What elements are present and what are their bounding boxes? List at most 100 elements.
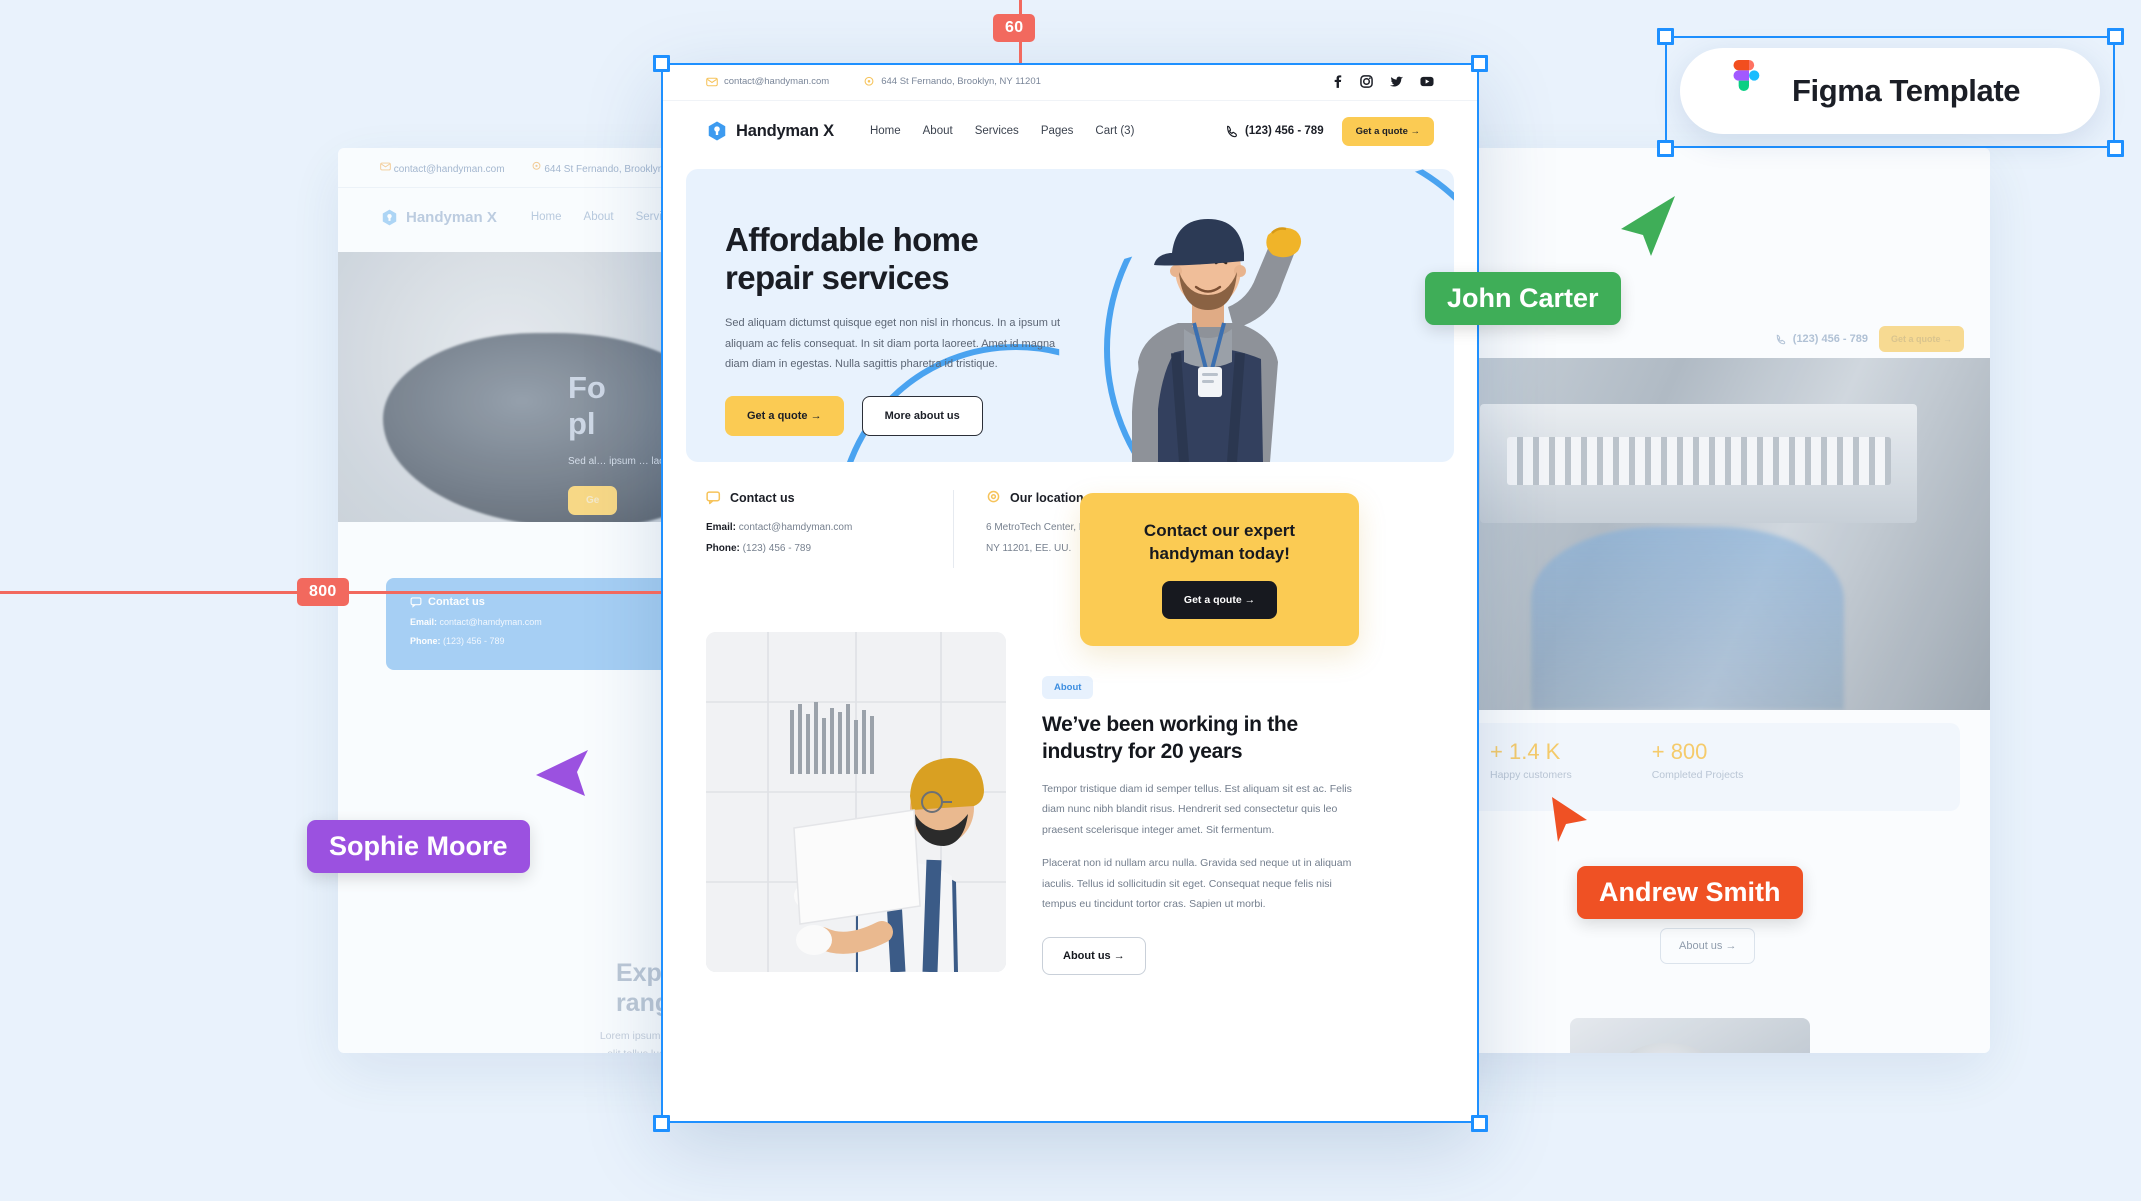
bg-right-stats: + 1.4 K Happy customers + 800 Completed … [1460, 723, 1960, 811]
bg-left-contact-title-row: Contact us [410, 596, 669, 608]
chat-bubble-icon [410, 597, 422, 608]
figma-pill-handle-bottom-left[interactable] [1657, 140, 1674, 157]
info-email-label: Email: [706, 522, 737, 533]
hero-title: Affordable home repair services [725, 221, 1061, 296]
bg-right-quote-button[interactable]: Get a quote → [1878, 326, 1964, 352]
bg-right-quote-label: Get a quote [1890, 334, 1941, 344]
bg-right-phone[interactable]: (123) 456 - 789 [1775, 333, 1868, 345]
phone-icon [1776, 334, 1786, 345]
nav-item-about[interactable]: About [923, 125, 953, 137]
stat-value: 1.4 K [1508, 739, 1561, 764]
cursor-name-john-carter: John Carter [1447, 283, 1599, 313]
youtube-icon[interactable] [1420, 76, 1434, 87]
hero-title-line1: Affordable home [725, 221, 979, 258]
bg-left-email-text: contact@handyman.com [393, 163, 505, 175]
hero-more-about-label: More about us [884, 410, 960, 423]
bg-left-nav-home[interactable]: Home [531, 211, 562, 223]
figma-pill-handle-top-left[interactable] [1657, 28, 1674, 45]
cta-card-title: Contact our expert handyman today! [1144, 520, 1295, 564]
twitter-icon[interactable] [1390, 76, 1403, 88]
bg-right-topbar [1430, 148, 1990, 240]
instagram-icon[interactable] [1360, 75, 1373, 88]
about-title-line2: industry for 20 years [1042, 739, 1243, 763]
main-nav[interactable]: Handyman X Home About Services Pages Car… [661, 101, 1479, 161]
selection-handle-bottom-right[interactable] [1471, 1115, 1488, 1132]
about-text: About We’ve been working in the industry… [1042, 632, 1362, 975]
bg-left-contact-email: Email: contact@hamdyman.com [410, 617, 669, 627]
hero-get-quote-button[interactable]: Get a quote → [725, 396, 844, 437]
about-us-label: About us [1063, 949, 1111, 962]
nav-get-quote-label: Get a quote [1355, 125, 1408, 137]
selection-handle-top-left[interactable] [653, 55, 670, 72]
bg-left-email-value: contact@hamdyman.com [439, 617, 542, 627]
bg-right-secondary-image [1570, 1018, 1810, 1053]
nav-item-pages[interactable]: Pages [1041, 125, 1074, 137]
cursor-arrow-sophie-moore [536, 750, 588, 796]
hero-more-about-button[interactable]: More about us [861, 396, 983, 437]
cursor-name-sophie-moore: Sophie Moore [329, 831, 508, 861]
main-nav-phone[interactable]: (123) 456 - 789 [1225, 124, 1324, 138]
cta-get-quote-button[interactable]: Get a qoute → [1161, 580, 1278, 619]
bg-left-email: contact@handyman.com [380, 161, 505, 175]
main-topbar-email-text: contact@handyman.com [724, 76, 830, 87]
bg-right-breaker-panel [1480, 403, 1918, 524]
stat-item: + 1.4 K Happy customers [1490, 739, 1572, 795]
main-about-section: About We’ve been working in the industry… [661, 632, 1479, 975]
contact-expert-cta-card[interactable]: Contact our expert handyman today! Get a… [1080, 493, 1359, 646]
figma-pill-handle-top-right[interactable] [2107, 28, 2124, 45]
bg-left-brand[interactable]: Handyman X [380, 208, 497, 227]
cta-get-quote-label: Get a qoute [1183, 593, 1242, 606]
bg-left-hero-button[interactable]: Ge [568, 486, 618, 516]
figma-logo-icon [1733, 60, 1760, 91]
cursor-name-andrew-smith: Andrew Smith [1599, 877, 1781, 907]
bg-right-phone-text: (123) 456 - 789 [1792, 333, 1868, 345]
nav-item-home[interactable]: Home [870, 125, 901, 137]
handyman-illustration [1132, 219, 1302, 462]
cta-title-line2: handyman today! [1149, 543, 1290, 563]
cursor-label-andrew-smith: Andrew Smith [1577, 866, 1803, 919]
main-topbar-address: 644 St Fernando, Brooklyn, NY 11201 [863, 76, 1041, 88]
hero-person-image [1058, 177, 1358, 462]
measure-badge-60: 60 [993, 14, 1036, 42]
info-phone-row: Phone: (123) 456 - 789 [706, 538, 921, 559]
info-phone-label: Phone: [706, 543, 740, 554]
about-title: We’ve been working in the industry for 2… [1042, 712, 1362, 766]
bg-right-about-button[interactable]: About us → [1660, 928, 1756, 964]
figma-canvas[interactable]: contact@handyman.com 644 St Fernando, Br… [0, 0, 2141, 1201]
stat-value-row: + 800 [1652, 739, 1744, 765]
figma-pill-handle-bottom-right[interactable] [2107, 140, 2124, 157]
info-phone-value[interactable]: (123) 456 - 789 [743, 543, 811, 554]
info-contact-title: Contact us [730, 490, 795, 505]
main-nav-links[interactable]: Home About Services Pages Cart (3) [870, 125, 1134, 137]
main-nav-right[interactable]: (123) 456 - 789 Get a quote → [1225, 116, 1434, 146]
nav-get-quote-button[interactable]: Get a quote → [1341, 116, 1434, 146]
cursor-label-sophie-moore: Sophie Moore [307, 820, 530, 873]
nav-item-cart[interactable]: Cart (3) [1095, 125, 1134, 137]
info-email-row: Email: contact@hamdyman.com [706, 517, 921, 538]
tiling-worker-illustration [706, 632, 1006, 972]
chat-bubble-icon [706, 491, 721, 505]
nav-item-services[interactable]: Services [975, 125, 1019, 137]
stat-prefix: + [1490, 739, 1503, 764]
bg-left-nav-about[interactable]: About [584, 211, 614, 223]
main-social-links[interactable] [1332, 75, 1434, 88]
info-email-value[interactable]: contact@hamdyman.com [739, 522, 853, 533]
figma-template-pill[interactable]: Figma Template [1680, 48, 2100, 134]
facebook-icon[interactable] [1332, 75, 1343, 88]
about-paragraph-2: Placerat non id nullam arcu nulla. Gravi… [1042, 857, 1352, 911]
bg-right-hero-image [1430, 358, 1990, 710]
main-brand[interactable]: Handyman X [706, 120, 834, 142]
selection-handle-bottom-left[interactable] [653, 1115, 670, 1132]
selection-handle-top-right[interactable] [1471, 55, 1488, 72]
cursor-arrow-andrew-smith [1552, 797, 1587, 842]
location-pin-icon [532, 161, 540, 170]
main-topbar-email[interactable]: contact@handyman.com [706, 76, 829, 88]
stat-caption: Completed Projects [1651, 769, 1744, 781]
stat-value: 800 [1670, 739, 1708, 764]
about-us-button[interactable]: About us → [1042, 936, 1146, 975]
main-topbar: contact@handyman.com 644 St Fernando, Br… [661, 63, 1479, 101]
about-image [706, 632, 1006, 972]
stat-prefix: + [1651, 739, 1665, 764]
info-contact-body: Email: contact@hamdyman.com Phone: (123)… [706, 517, 921, 559]
main-topbar-address-text: 644 St Fernando, Brooklyn, NY 11201 [881, 76, 1041, 87]
